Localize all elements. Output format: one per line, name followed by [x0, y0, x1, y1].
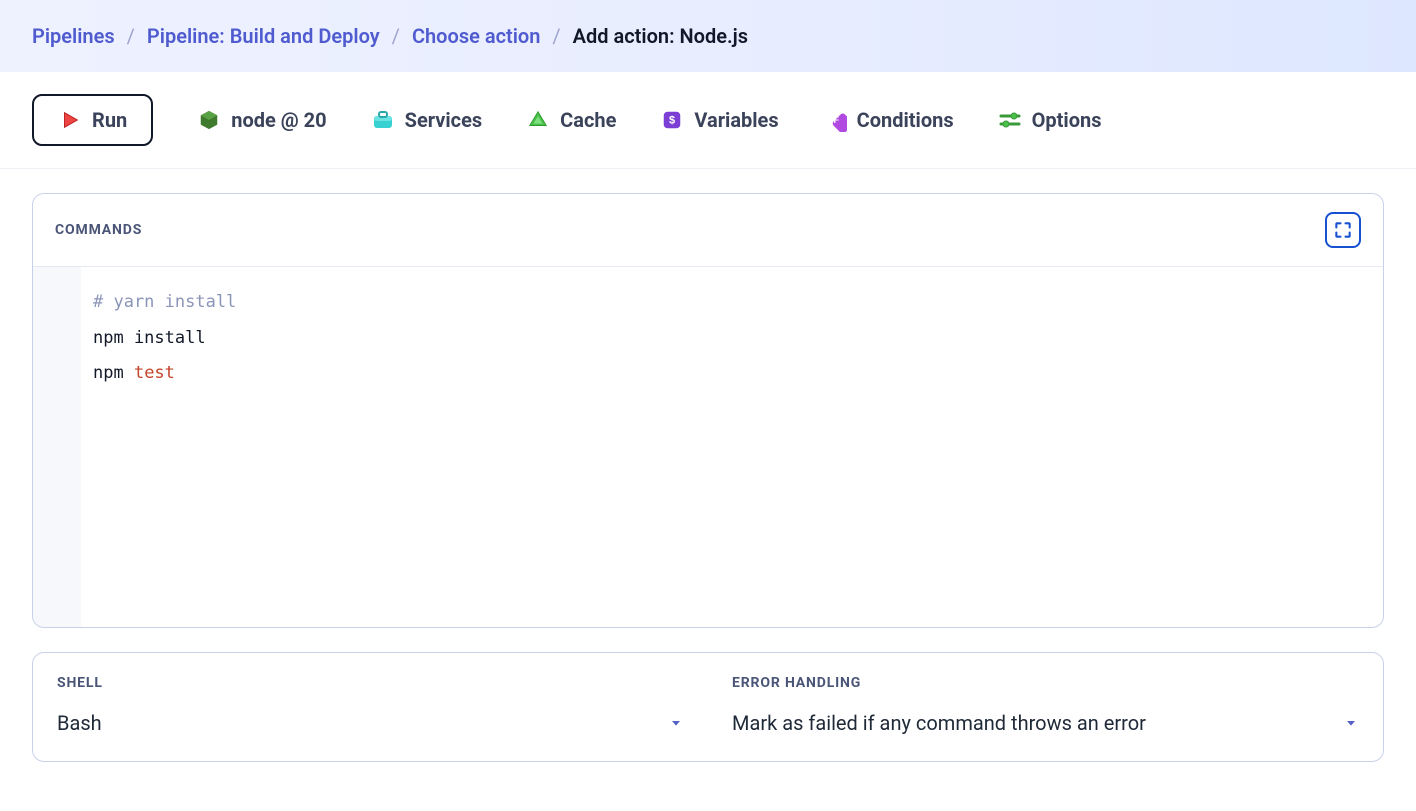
- expand-button[interactable]: [1325, 212, 1361, 248]
- node-icon: [197, 108, 221, 132]
- tab-variables[interactable]: $ Variables: [660, 108, 778, 132]
- editor-gutter: [33, 267, 81, 627]
- tab-label: Run: [92, 108, 127, 132]
- error-handling-value: Mark as failed if any command throws an …: [732, 711, 1146, 735]
- tab-run[interactable]: Run: [32, 94, 153, 146]
- conditions-icon: IF: [823, 108, 847, 132]
- shell-field: SHELL Bash: [33, 653, 708, 761]
- tab-cache[interactable]: Cache: [526, 108, 616, 132]
- tab-label: Conditions: [857, 108, 954, 132]
- shell-value: Bash: [57, 711, 102, 735]
- toolbox-icon: [371, 108, 395, 132]
- commands-title: COMMANDS: [55, 222, 142, 238]
- tabs: Run node @ 20 Services Cache $ Variables…: [0, 72, 1416, 169]
- tab-label: Options: [1032, 108, 1102, 132]
- tab-label: Variables: [694, 108, 778, 132]
- settings-row: SHELL Bash ERROR HANDLING Mark as failed…: [32, 652, 1384, 762]
- breadcrumb-link-pipeline-detail[interactable]: Pipeline: Build and Deploy: [147, 24, 380, 48]
- breadcrumb-separator: /: [127, 24, 135, 48]
- breadcrumb-separator: /: [392, 24, 400, 48]
- shell-label: SHELL: [57, 675, 684, 691]
- svg-text:IF: IF: [831, 115, 840, 125]
- svg-text:$: $: [669, 115, 675, 127]
- dropdown-caret-icon: [668, 715, 684, 731]
- error-handling-label: ERROR HANDLING: [732, 675, 1359, 691]
- tab-label: Services: [405, 108, 483, 132]
- commands-panel: COMMANDS # yarn installnpm installnpm te…: [32, 193, 1384, 628]
- breadcrumb-separator: /: [552, 24, 560, 48]
- tab-services[interactable]: Services: [371, 108, 483, 132]
- editor-content[interactable]: # yarn installnpm installnpm test: [81, 267, 1383, 627]
- variables-icon: $: [660, 108, 684, 132]
- tab-label: node @ 20: [231, 108, 326, 132]
- commands-header: COMMANDS: [33, 194, 1383, 267]
- breadcrumb-link-choose-action[interactable]: Choose action: [412, 24, 540, 48]
- fullscreen-icon: [1333, 220, 1353, 240]
- tab-conditions[interactable]: IF Conditions: [823, 108, 954, 132]
- breadcrumb: Pipelines / Pipeline: Build and Deploy /…: [0, 0, 1416, 72]
- error-handling-select[interactable]: Mark as failed if any command throws an …: [732, 711, 1359, 735]
- play-icon: [58, 108, 82, 132]
- breadcrumb-current: Add action: Node.js: [573, 24, 748, 48]
- tab-node[interactable]: node @ 20: [197, 108, 326, 132]
- shell-select[interactable]: Bash: [57, 711, 684, 735]
- dropdown-caret-icon: [1343, 715, 1359, 731]
- tab-options[interactable]: Options: [998, 108, 1102, 132]
- tab-label: Cache: [560, 108, 616, 132]
- commands-editor[interactable]: # yarn installnpm installnpm test: [33, 267, 1383, 627]
- error-handling-field: ERROR HANDLING Mark as failed if any com…: [708, 653, 1383, 761]
- breadcrumb-link-pipelines[interactable]: Pipelines: [32, 24, 115, 48]
- options-icon: [998, 108, 1022, 132]
- cache-icon: [526, 108, 550, 132]
- content-area: COMMANDS # yarn installnpm installnpm te…: [0, 169, 1416, 786]
